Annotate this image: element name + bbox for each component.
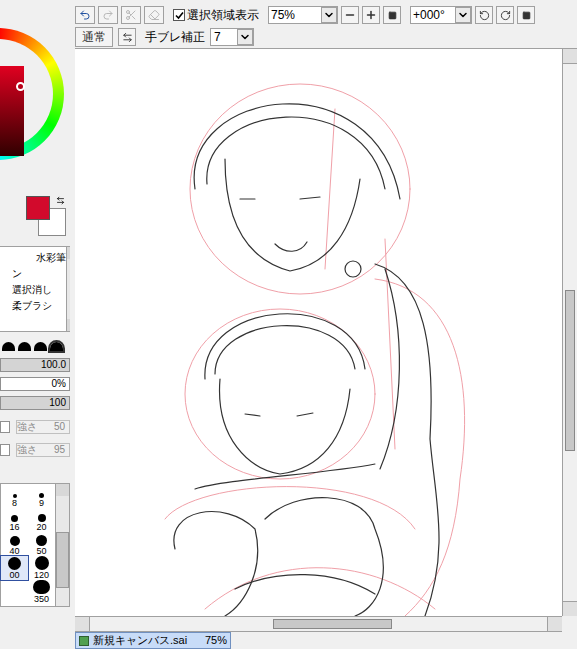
rotate-right-button[interactable] <box>496 6 514 24</box>
option-row[interactable]: 強さ50 <box>0 419 70 434</box>
dropdown-arrow-icon[interactable] <box>321 7 337 23</box>
tool-item[interactable]: ン <box>0 267 66 281</box>
swap-icon[interactable] <box>56 196 65 205</box>
brush-size-panel: 891620405000120350 <box>0 483 70 607</box>
brush-slider[interactable]: 0% <box>0 377 70 391</box>
rotate-left-button[interactable] <box>475 6 493 24</box>
brush-size[interactable]: 40 <box>1 532 28 556</box>
brush-shape[interactable] <box>18 342 31 351</box>
brush-size[interactable]: 350 <box>28 580 55 604</box>
brush-slider[interactable]: 100 <box>0 396 70 410</box>
tool-item[interactable]: 水彩筆 <box>0 251 66 265</box>
color-swatches[interactable] <box>0 192 70 246</box>
tool-scrollbar[interactable] <box>66 247 70 331</box>
canvas[interactable] <box>75 49 562 616</box>
zoom-in-button[interactable] <box>362 6 380 24</box>
horizontal-scrollbar[interactable] <box>75 616 562 632</box>
dropdown-arrow-icon[interactable] <box>455 7 471 23</box>
stabilizer-label: 手ブレ補正 <box>145 28 205 46</box>
brush-shape[interactable] <box>34 342 47 351</box>
foreground-color[interactable] <box>26 196 50 220</box>
document-tab[interactable]: 新規キャンバス.sai75% <box>75 632 231 649</box>
sketch-artwork <box>75 49 562 616</box>
brush-shapes <box>0 332 70 354</box>
dropdown-arrow-icon[interactable] <box>237 29 253 45</box>
show-selection-checkbox[interactable]: 選択領域表示 <box>173 6 259 24</box>
stabilizer-field[interactable]: 7 <box>210 28 254 46</box>
swap-mode-button[interactable] <box>118 28 136 46</box>
brush-size[interactable]: 9 <box>28 484 55 508</box>
toolbar: 選択領域表示 75% +000° <box>75 0 577 26</box>
zoom-out-button[interactable] <box>341 6 359 24</box>
brush-size[interactable]: 8 <box>1 484 28 508</box>
sai-window: 水彩筆ン選択消し柔ブラシ 100.0 0% 100 強さ50 強さ95 8916204050… <box>0 0 577 649</box>
brush-size[interactable]: 20 <box>28 508 55 532</box>
document-tabs: 新規キャンバス.sai75% <box>75 632 577 649</box>
brush-size[interactable]: 120 <box>28 556 55 580</box>
rotate-reset-button[interactable] <box>517 6 535 24</box>
vertical-scrollbar[interactable] <box>562 49 577 616</box>
brush-slider[interactable]: 100.0 <box>0 358 70 372</box>
brush-shape[interactable] <box>50 342 63 351</box>
brush-shape[interactable] <box>2 342 15 351</box>
zoom-reset-button[interactable] <box>383 6 401 24</box>
blend-mode-button[interactable]: 通常 <box>75 27 113 47</box>
tool-item[interactable]: 選択消し <box>0 283 66 297</box>
history-button[interactable] <box>144 6 164 24</box>
main-area: 選択領域表示 75% +000° 通常 手ブレ補正 7 新規キャンバス.sai75% <box>70 0 577 649</box>
left-panel: 水彩筆ン選択消し柔ブラシ 100.0 0% 100 強さ50 強さ95 8916204050… <box>0 0 70 649</box>
color-wheel[interactable] <box>0 0 70 192</box>
history-button[interactable] <box>121 6 141 24</box>
brush-size[interactable]: 16 <box>1 508 28 532</box>
rotation-field[interactable]: +000° <box>410 6 472 24</box>
tool-item[interactable]: 柔ブラシ <box>0 299 66 313</box>
brush-size[interactable]: 50 <box>28 532 55 556</box>
history-button[interactable] <box>75 6 95 24</box>
sub-toolbar: 通常 手ブレ補正 7 <box>75 26 577 48</box>
brush-size[interactable]: 00 <box>1 556 28 580</box>
tool-list: 水彩筆ン選択消し柔ブラシ <box>0 246 70 332</box>
zoom-field[interactable]: 75% <box>268 6 338 24</box>
history-button[interactable] <box>98 6 118 24</box>
option-row[interactable]: 強さ95 <box>0 442 70 457</box>
